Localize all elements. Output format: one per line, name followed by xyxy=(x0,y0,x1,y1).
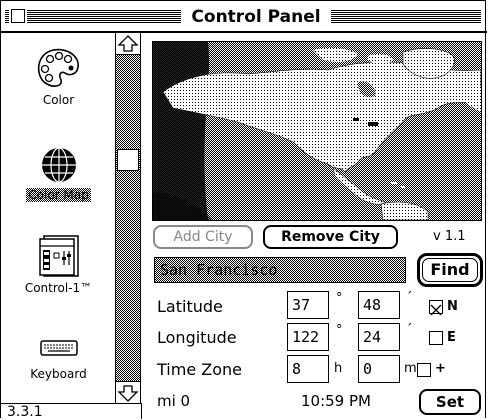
sidebar: Color Color Map Control-1™ Keyboard xyxy=(1,33,116,403)
scroll-down-button[interactable] xyxy=(116,381,140,403)
arrow-up-icon xyxy=(117,35,139,52)
title-bar-stripes-left xyxy=(5,10,181,23)
sidebar-item-control-1[interactable]: Control-1™ xyxy=(1,233,116,295)
window-title: Control Panel xyxy=(183,7,329,27)
hours-unit: h xyxy=(334,361,343,376)
sidebar-item-label: Control-1™ xyxy=(24,281,93,295)
title-bar[interactable]: Control Panel xyxy=(1,1,487,33)
scroll-up-button[interactable] xyxy=(116,33,140,55)
sidebar-item-color-map[interactable]: Color Map xyxy=(1,146,116,202)
minute-unit: ´ xyxy=(406,323,413,338)
city-name: San Francisco xyxy=(160,261,278,279)
time-readout: 10:59 PM xyxy=(301,392,371,410)
sidebar-item-label: Color Map xyxy=(26,188,91,202)
scroll-thumb[interactable] xyxy=(117,149,139,171)
keyboard-icon xyxy=(39,340,78,356)
time-zone-sign-checkbox[interactable] xyxy=(417,363,431,377)
version-label: v 1.1 xyxy=(433,229,466,244)
longitude-degrees-field[interactable]: 122 xyxy=(287,323,329,351)
longitude-east-label: E xyxy=(447,330,456,345)
globe-icon xyxy=(41,147,76,183)
find-button[interactable]: Find xyxy=(417,253,483,287)
world-map[interactable] xyxy=(152,41,482,221)
palette-icon xyxy=(37,48,79,87)
set-button[interactable]: Set xyxy=(419,389,481,415)
longitude-east-checkbox[interactable] xyxy=(429,331,443,345)
latitude-degrees-field[interactable]: 37 xyxy=(287,291,329,319)
sidebar-item-keyboard[interactable]: Keyboard xyxy=(1,333,116,381)
close-box[interactable] xyxy=(11,9,25,23)
distance-readout: mi 0 xyxy=(157,392,191,410)
sidebar-item-label: Color xyxy=(42,93,75,107)
sidebar-item-color[interactable]: Color xyxy=(1,47,116,107)
longitude-label: Longitude xyxy=(157,328,237,347)
title-bar-stripes-right xyxy=(331,10,481,23)
time-zone-label: Time Zone xyxy=(157,360,242,379)
sidebar-item-label: Keyboard xyxy=(30,367,87,381)
status-field: 3.3.1 xyxy=(1,403,142,420)
latitude-minutes-field[interactable]: 48 xyxy=(358,291,400,319)
control-panel-icon xyxy=(38,235,79,277)
minutes-unit: m xyxy=(404,361,417,376)
latitude-label: Latitude xyxy=(157,297,223,316)
world-map-image xyxy=(153,42,481,220)
control-panel-window: Control Panel Color Color Map Control-1™… xyxy=(0,0,487,420)
minute-unit: ´ xyxy=(406,291,413,306)
city-field[interactable]: San Francisco xyxy=(154,257,406,283)
latitude-north-checkbox[interactable] xyxy=(429,300,443,316)
degree-unit: ° xyxy=(336,291,343,306)
sidebar-scrollbar[interactable] xyxy=(116,33,141,403)
time-zone-minutes-field[interactable]: 0 xyxy=(358,355,400,383)
remove-city-button[interactable]: Remove City xyxy=(263,225,398,249)
add-city-button[interactable]: Add City xyxy=(153,225,253,249)
check-x-icon xyxy=(430,304,442,316)
latitude-north-label: N xyxy=(447,299,458,314)
arrow-down-icon xyxy=(117,385,139,402)
longitude-minutes-field[interactable]: 24 xyxy=(358,323,400,351)
degree-unit: ° xyxy=(336,323,343,338)
time-zone-hours-field[interactable]: 8 xyxy=(287,355,329,383)
time-zone-sign-label: + xyxy=(435,361,446,376)
